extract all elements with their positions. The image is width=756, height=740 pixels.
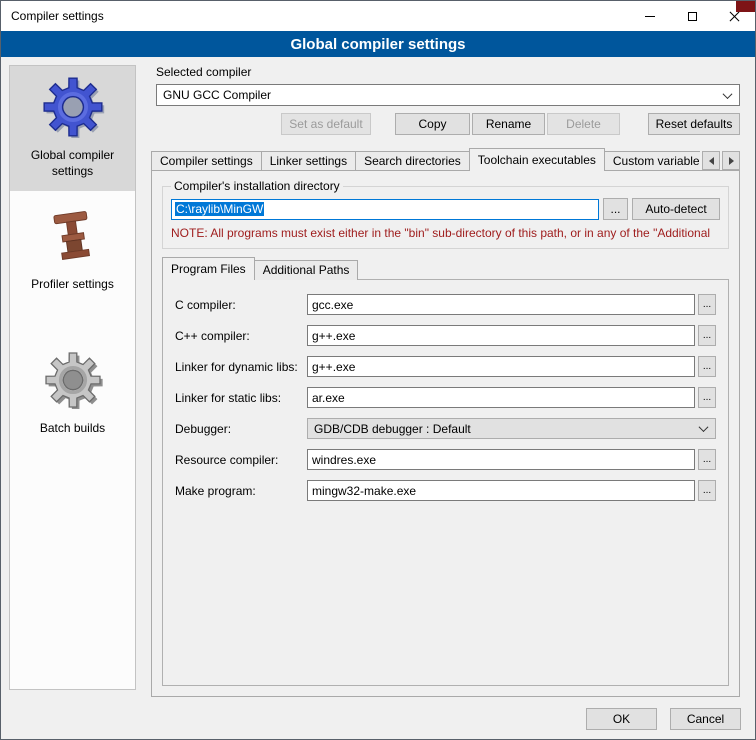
c-compiler-row: C compiler: ... [175,294,716,315]
cancel-button[interactable]: Cancel [670,708,741,730]
linker-dynamic-browse-button[interactable]: ... [698,356,716,377]
installation-directory-group-label: Compiler's installation directory [171,179,343,193]
tab-toolchain-executables[interactable]: Toolchain executables [469,148,605,171]
cpp-compiler-browse-button[interactable]: ... [698,325,716,346]
resource-compiler-browse-button[interactable]: ... [698,449,716,470]
set-as-default-button: Set as default [281,113,371,135]
dialog-content: Global compiler settings Profiler se [1,57,755,739]
debugger-value: GDB/CDB debugger : Default [314,422,471,436]
linker-static-label: Linker for static libs: [175,391,307,405]
tab-linker-settings[interactable]: Linker settings [261,151,356,171]
profiler-tool-icon [37,205,109,267]
tabs-strip: Compiler settings Linker settings Search… [151,148,700,171]
c-compiler-label: C compiler: [175,298,307,312]
compiler-settings-dialog: Compiler settings Global compiler settin… [0,0,756,740]
make-program-browse-button[interactable]: ... [698,480,716,501]
program-files-panel: C compiler: ... C++ compiler: ... Linker… [162,279,729,686]
minimize-button[interactable] [629,1,671,31]
browse-directory-button[interactable]: ... [603,198,628,220]
copy-button[interactable]: Copy [395,113,470,135]
toolchain-subtabbar: Program Files Additional Paths [162,257,731,280]
ok-button[interactable]: OK [586,708,657,730]
titlebar[interactable]: Compiler settings [1,1,755,31]
resource-compiler-row: Resource compiler: ... [175,449,716,470]
tab-search-directories[interactable]: Search directories [355,151,470,171]
sidebar-item-profiler-settings[interactable]: Profiler settings [10,195,135,305]
subtab-program-files[interactable]: Program Files [162,257,255,280]
arrow-left-icon [709,157,714,165]
dialog-header: Global compiler settings [1,31,755,57]
tab-scroll-left-button[interactable] [702,151,720,170]
cpp-compiler-input[interactable] [307,325,695,346]
resource-compiler-input[interactable] [307,449,695,470]
tab-compiler-settings[interactable]: Compiler settings [151,151,262,171]
c-compiler-input[interactable] [307,294,695,315]
maximize-button[interactable] [671,1,713,31]
sidebar-item-label: Global compiler settings [14,148,131,179]
chevron-down-icon [723,89,733,99]
tab-custom-variables[interactable]: Custom variables [604,151,700,171]
toolchain-executables-panel: Compiler's installation directory C:\ray… [151,170,740,697]
blue-gear-icon [37,76,109,138]
installation-directory-row: C:\raylib\MinGW ... Auto-detect [171,198,720,220]
debugger-label: Debugger: [175,422,307,436]
settings-category-list: Global compiler settings Profiler se [9,65,136,690]
compiler-actions: Set as default Copy Rename Delete Reset … [156,113,740,135]
reset-defaults-button[interactable]: Reset defaults [648,113,740,135]
sidebar-item-global-compiler-settings[interactable]: Global compiler settings [10,66,135,191]
make-program-input[interactable] [307,480,695,501]
c-compiler-browse-button[interactable]: ... [698,294,716,315]
linker-dynamic-input[interactable] [307,356,695,377]
debugger-dropdown[interactable]: GDB/CDB debugger : Default [307,418,716,439]
cpp-compiler-row: C++ compiler: ... [175,325,716,346]
resource-compiler-label: Resource compiler: [175,453,307,467]
minimize-icon [645,16,655,17]
installation-directory-group: Compiler's installation directory C:\ray… [162,179,729,249]
installation-directory-value: C:\raylib\MinGW [175,202,264,216]
selected-compiler-dropdown[interactable]: GNU GCC Compiler [156,84,740,106]
chevron-down-icon [699,422,709,432]
main-pane: Selected compiler GNU GCC Compiler Set a… [151,63,740,697]
arrow-right-icon [729,157,734,165]
sidebar-item-label: Profiler settings [31,277,114,293]
sidebar-item-batch-builds[interactable]: Batch builds [10,339,135,449]
linker-dynamic-row: Linker for dynamic libs: ... [175,356,716,377]
close-icon [729,11,740,22]
linker-static-row: Linker for static libs: ... [175,387,716,408]
auto-detect-button[interactable]: Auto-detect [632,198,720,220]
make-program-row: Make program: ... [175,480,716,501]
bin-subdirectory-note: NOTE: All programs must exist either in … [171,226,720,240]
settings-tabbar: Compiler settings Linker settings Search… [151,148,740,171]
cpp-compiler-label: C++ compiler: [175,329,307,343]
installation-directory-input[interactable]: C:\raylib\MinGW [171,199,599,220]
subtab-additional-paths[interactable]: Additional Paths [254,260,359,280]
tab-scroll-right-button[interactable] [722,151,740,170]
gray-gear-icon [37,349,109,411]
sidebar-item-label: Batch builds [40,421,105,437]
rename-button[interactable]: Rename [472,113,545,135]
red-corner-mark [736,1,755,12]
selected-compiler-label: Selected compiler [156,65,740,79]
make-program-label: Make program: [175,484,307,498]
debugger-row: Debugger: GDB/CDB debugger : Default [175,418,716,439]
window-title: Compiler settings [1,9,104,23]
dialog-footer: OK Cancel [586,708,741,730]
tab-scroll-buttons [702,151,740,170]
delete-button: Delete [547,113,620,135]
linker-static-input[interactable] [307,387,695,408]
selected-compiler-value: GNU GCC Compiler [163,88,271,102]
linker-static-browse-button[interactable]: ... [698,387,716,408]
linker-dynamic-label: Linker for dynamic libs: [175,360,307,374]
dialog-header-title: Global compiler settings [290,36,465,53]
maximize-icon [688,12,697,21]
